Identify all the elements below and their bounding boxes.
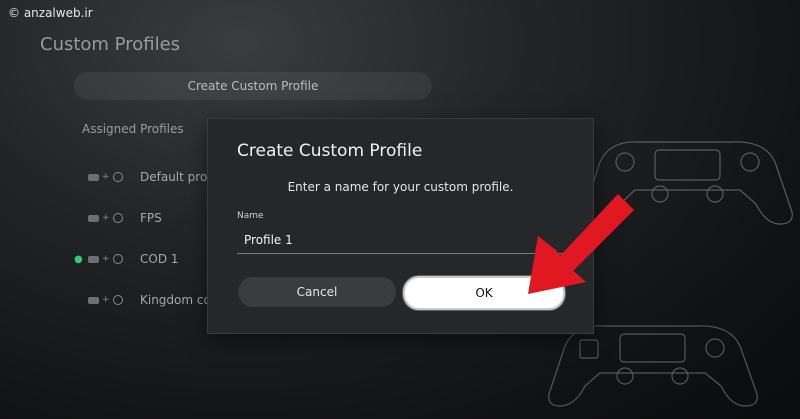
button-combo-icon: + bbox=[88, 213, 140, 223]
page-title: Custom Profiles bbox=[40, 34, 181, 55]
create-custom-profile-button[interactable]: Create Custom Profile bbox=[74, 72, 432, 100]
button-combo-icon: + bbox=[88, 172, 140, 182]
profile-name: COD 1 bbox=[140, 252, 179, 266]
profile-list-item[interactable]: + Default profil bbox=[74, 166, 218, 188]
button-combo-icon: + bbox=[88, 254, 140, 264]
annotation-arrow-icon bbox=[528, 194, 634, 294]
button-combo-icon: + bbox=[88, 295, 140, 305]
cancel-button[interactable]: Cancel bbox=[238, 277, 396, 307]
name-field-label: Name bbox=[237, 211, 264, 221]
dialog-title: Create Custom Profile bbox=[237, 141, 423, 161]
profile-list-item[interactable]: + Kingdom con bbox=[74, 289, 218, 311]
watermark: © anzalweb.ir bbox=[8, 6, 93, 20]
selected-indicator: ● bbox=[74, 253, 83, 265]
profile-list-item[interactable]: + FPS bbox=[74, 207, 162, 229]
profile-name: FPS bbox=[140, 211, 162, 225]
assigned-profiles-heading: Assigned Profiles bbox=[82, 122, 184, 136]
profile-list-item[interactable]: ● + COD 1 bbox=[74, 248, 179, 270]
